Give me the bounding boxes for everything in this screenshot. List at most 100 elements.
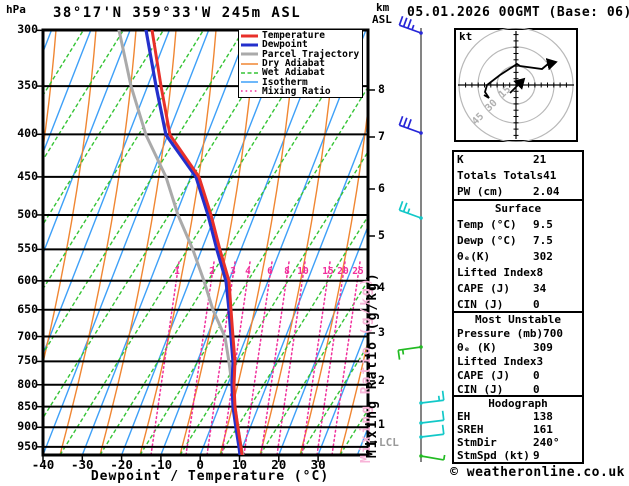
pressure-unit-label: hPa bbox=[6, 3, 26, 16]
panel-row-label: Lifted Index bbox=[457, 355, 537, 368]
wind-barb bbox=[419, 454, 446, 461]
x-axis-title: Dewpoint / Temperature (°C) bbox=[90, 469, 330, 484]
pressure-tick-label: 850 bbox=[17, 398, 38, 413]
km-unit-label: km bbox=[376, 1, 390, 14]
mixing-ratio-label: 6 bbox=[267, 266, 273, 277]
panel-row-label: SREH bbox=[457, 423, 484, 436]
panel-row-value: 302 bbox=[533, 250, 553, 263]
panel-row: StmSpd (kt) 9 bbox=[454, 449, 582, 462]
panel-row: Pressure (mb) 700 bbox=[454, 327, 582, 341]
km-tick-label: 6 bbox=[378, 181, 385, 195]
panel-row-label: θₑ(K) bbox=[457, 250, 491, 263]
legend-swatch-dry-adiabat bbox=[241, 62, 258, 65]
panel-row: PW (cm) 2.04 bbox=[454, 184, 582, 200]
panel-row-value: 700 bbox=[543, 327, 563, 340]
panel-box-most-unstable: Most Unstable Pressure (mb) 700 θₑ (K) 309 Li… bbox=[452, 311, 584, 399]
panel-row-value: 0 bbox=[533, 369, 540, 382]
pressure-tick-label: 500 bbox=[17, 206, 38, 221]
panel-row: K 21 bbox=[454, 152, 582, 168]
panel-row-value: 2.04 bbox=[533, 185, 560, 198]
pressure-tick-label: 950 bbox=[17, 438, 38, 453]
panel-row: Lifted Index 3 bbox=[454, 355, 582, 369]
mixing-axis-title: Mixing Ratio (g/kg) bbox=[365, 271, 380, 458]
pressure-tick-label: 350 bbox=[17, 78, 38, 93]
wind-barb bbox=[397, 345, 423, 360]
datetime-title: 05.01.2026 00GMT (Base: 06) bbox=[407, 5, 629, 20]
panel-row-value: 34 bbox=[533, 282, 547, 295]
wind-barb bbox=[419, 424, 445, 439]
hodograph: 153045 bbox=[454, 28, 578, 142]
legend-swatch-dewpoint bbox=[241, 43, 258, 47]
panel-row-value: 3 bbox=[536, 355, 544, 368]
wind-barb bbox=[419, 410, 445, 425]
mixing-ratio-label: 4 bbox=[245, 266, 251, 277]
wind-barb bbox=[419, 390, 445, 405]
panel-row: Temp (°C) 9.5 bbox=[454, 217, 582, 233]
mixing-ratio-line bbox=[301, 261, 331, 455]
pressure-tick-label: 550 bbox=[17, 241, 38, 256]
panel-row-value: 138 bbox=[533, 410, 553, 423]
copyright-label: © weatheronline.co.uk bbox=[450, 465, 625, 480]
panel-row: Totals Totals 41 bbox=[454, 168, 582, 184]
hodograph-unit-label: kt bbox=[459, 30, 473, 43]
panel-box-hodograph: Hodograph EH 138 SREH 161 StmDir 240° StmSpd (k… bbox=[452, 395, 584, 464]
lcl-label: LCL bbox=[379, 436, 399, 449]
panel-row: θₑ(K) 302 bbox=[454, 249, 582, 265]
km-tick-label: 5 bbox=[378, 228, 385, 242]
pressure-tick-label: 600 bbox=[17, 272, 38, 287]
pressure-tick-label: 700 bbox=[17, 328, 38, 343]
asl-unit-label: ASL bbox=[372, 13, 392, 26]
panel-row-label: CAPE (J) bbox=[457, 369, 510, 382]
pressure-tick-label: 900 bbox=[17, 419, 38, 434]
legend-swatch-parcel-trajectory bbox=[241, 52, 258, 56]
panel-section-header: Hodograph bbox=[488, 397, 548, 410]
panel-row-value: 7.5 bbox=[533, 234, 553, 247]
legend-swatch-isotherm bbox=[241, 81, 258, 83]
panel-row-value: 9 bbox=[533, 449, 540, 462]
panel-row-value: 8 bbox=[536, 266, 544, 279]
mixing-ratio-line bbox=[150, 261, 180, 455]
panel-row-label: θₑ (K) bbox=[457, 341, 497, 354]
skewt-sounding-page: hPa 38°17'N 359°33'W 245m ASL km ASL 05.… bbox=[0, 0, 629, 486]
panel-row: CAPE (J) 0 bbox=[454, 369, 582, 383]
pressure-tick-label: 450 bbox=[17, 168, 38, 183]
km-tick-label: 7 bbox=[378, 129, 385, 143]
panel-row-label: Dewp (°C) bbox=[457, 234, 517, 247]
legend-label: Mixing Ratio bbox=[262, 85, 331, 97]
panel-row-label: Lifted Index bbox=[457, 266, 537, 279]
legend-swatch-temperature bbox=[241, 34, 258, 38]
panel-row: CAPE (J) 34 bbox=[454, 281, 582, 297]
mixing-ratio-line bbox=[276, 261, 306, 455]
wet-adiabat-line bbox=[0, 30, 4, 455]
panel-row-label: K bbox=[457, 153, 464, 166]
dry-adiabat-line bbox=[380, 30, 456, 455]
panel-box-indices: K 21 Totals Totals 41 PW (cm) 2.04 bbox=[452, 150, 584, 202]
panel-row-label: EH bbox=[457, 410, 471, 423]
legend-swatch-wet-adiabat bbox=[241, 72, 258, 74]
pressure-tick-label: 650 bbox=[17, 301, 38, 316]
panel-row: StmDir 240° bbox=[454, 436, 582, 449]
panel-row-value: 41 bbox=[543, 169, 557, 182]
panel-row-value: 240° bbox=[533, 436, 560, 449]
panel-row-label: Totals Totals bbox=[457, 169, 544, 182]
panel-row: SREH 161 bbox=[454, 423, 582, 436]
mixing-ratio-line bbox=[185, 261, 215, 455]
temp-tick-label: -40 bbox=[31, 457, 55, 472]
panel-row-value: 9.5 bbox=[533, 218, 553, 231]
wind-barb bbox=[398, 200, 423, 220]
panel-row-label: CAPE (J) bbox=[457, 282, 510, 295]
panel-row: Dewp (°C) 7.5 bbox=[454, 233, 582, 249]
panel-row-label: StmDir bbox=[457, 436, 497, 449]
panel-row-label: StmSpd (kt) bbox=[457, 449, 530, 462]
panel-box-surface: Surface Temp (°C) 9.5 Dewp (°C) 7.5 θₑ(K) 302 L… bbox=[452, 199, 584, 315]
panel-row-label: Temp (°C) bbox=[457, 218, 517, 231]
mixing-ratio-line bbox=[316, 261, 346, 455]
pressure-tick-label: 400 bbox=[17, 126, 38, 141]
panel-row-value: 161 bbox=[533, 423, 553, 436]
pressure-tick-label: 300 bbox=[17, 22, 38, 37]
panel-row: EH 138 bbox=[454, 410, 582, 423]
panel-row-label: Pressure (mb) bbox=[457, 327, 544, 340]
mixing-ratio-label: 2 bbox=[209, 266, 215, 277]
km-tick-label: 8 bbox=[378, 82, 385, 96]
panel-row: Lifted Index 8 bbox=[454, 265, 582, 281]
